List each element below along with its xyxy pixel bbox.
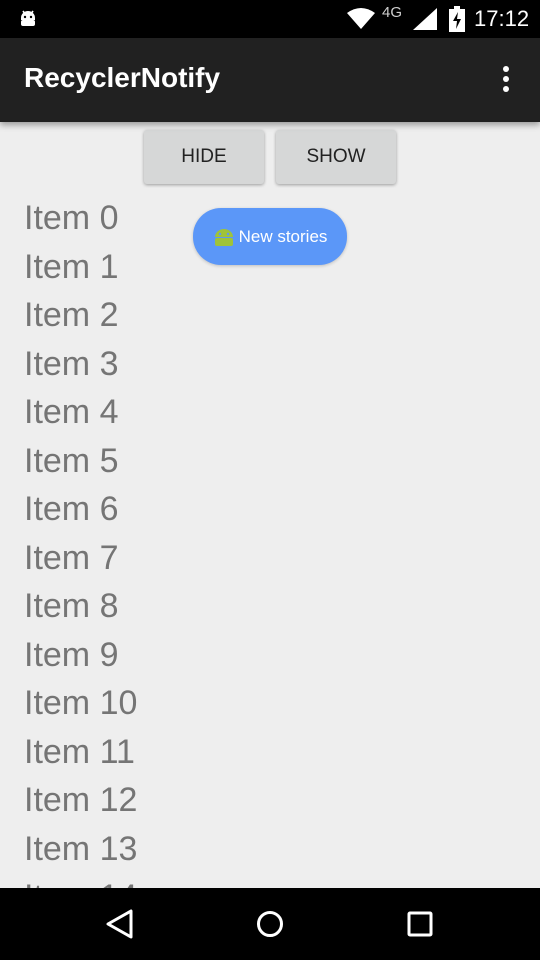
show-button[interactable]: SHOW — [276, 130, 396, 184]
list-item[interactable]: Item 1 — [24, 243, 118, 291]
overflow-menu-icon[interactable] — [494, 62, 518, 98]
android-icon — [214, 228, 233, 246]
list-item[interactable]: Item 9 — [24, 631, 118, 679]
list-item[interactable]: Item 6 — [24, 485, 118, 533]
list-item[interactable]: Item 13 — [24, 825, 137, 873]
app-toolbar: RecyclerNotify — [0, 38, 540, 122]
back-icon[interactable] — [102, 906, 138, 942]
list-item[interactable]: Item 2 — [24, 291, 118, 339]
wifi-icon — [347, 8, 375, 29]
status-clock: 17:12 — [474, 6, 530, 31]
list-item[interactable]: Item 11 — [24, 728, 135, 776]
network-type-label: 4G — [382, 4, 403, 21]
list-item[interactable]: Item 0 — [24, 194, 118, 242]
app-title: RecyclerNotify — [24, 62, 221, 93]
list-item[interactable]: Item 5 — [24, 437, 118, 485]
list-item[interactable]: Item 7 — [24, 534, 118, 582]
list-item[interactable]: Item 12 — [24, 776, 137, 824]
new-stories-label: New stories — [238, 226, 328, 246]
hide-button[interactable]: HIDE — [144, 130, 264, 184]
home-icon[interactable] — [252, 906, 288, 942]
system-nav-bar — [0, 888, 540, 960]
status-bar: 4G 17:12 — [0, 0, 540, 38]
recents-icon[interactable] — [402, 906, 438, 942]
list-item[interactable]: Item 4 — [24, 388, 118, 436]
battery-charging-icon — [449, 6, 465, 32]
list-item[interactable]: Item 10 — [24, 679, 137, 727]
recycler-list[interactable]: Item 0 Item 1 Item 2 Item 3 Item 4 Item … — [0, 194, 540, 888]
list-item[interactable]: Item 14 — [24, 873, 137, 888]
list-item[interactable]: Item 3 — [24, 340, 118, 388]
new-stories-pill[interactable]: New stories — [193, 208, 347, 265]
android-icon — [21, 10, 35, 26]
cell-signal-icon — [413, 8, 437, 30]
list-item[interactable]: Item 8 — [24, 582, 118, 630]
